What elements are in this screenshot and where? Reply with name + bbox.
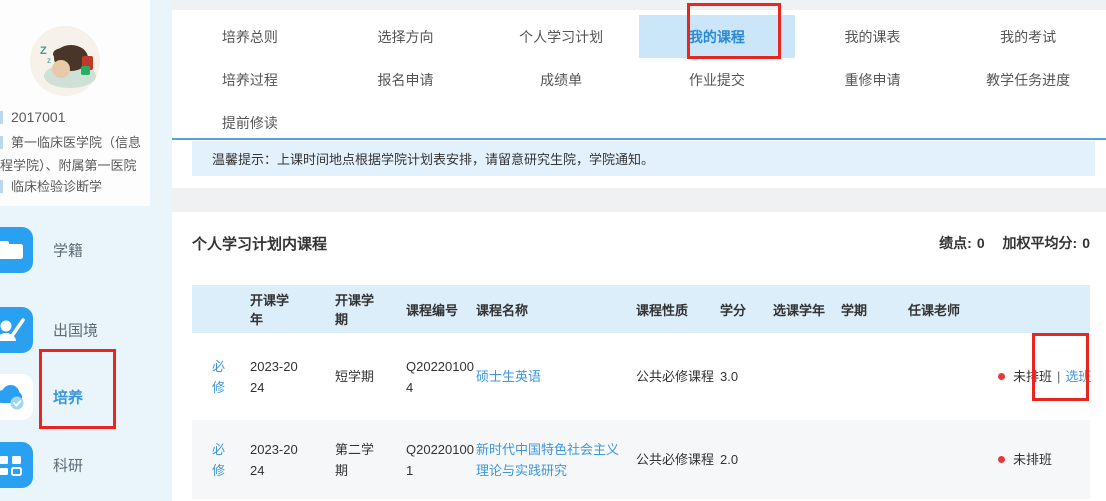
profile-bullet-icon [0, 111, 3, 124]
select-class-link[interactable]: 选班 [1065, 369, 1091, 384]
major-row: 临床检验诊断学 [0, 179, 102, 195]
sidebar-item-label: 出国境 [53, 320, 98, 341]
credits-cell: 2.0 [720, 420, 773, 499]
course-name-link[interactable]: 硕士生英语 [476, 369, 541, 384]
department-row: 第一临床医学院（信息 程学院）、附属第一医院 [0, 131, 152, 177]
svg-text:Z: Z [40, 45, 47, 57]
weighted-avg-value: 0 [1082, 235, 1090, 251]
avatar: Z z [30, 26, 100, 96]
tabs-grid: 培养总则 选择方向 个人学习计划 我的课程 我的课表 我的考试 培养过程 报名申… [172, 15, 1106, 144]
tab-direction-selection[interactable]: 选择方向 [328, 15, 484, 58]
tabs-card: 培养总则 选择方向 个人学习计划 我的课程 我的课表 我的考试 培养过程 报名申… [172, 10, 1106, 188]
weighted-avg-label: 加权平均分: [1003, 235, 1078, 251]
tab-my-exams[interactable]: 我的考试 [950, 15, 1106, 58]
tab-my-timetable[interactable]: 我的课表 [795, 15, 951, 58]
tab-my-courses[interactable]: 我的课程 [639, 15, 795, 58]
tab-teaching-task-progress[interactable]: 教学任务进度 [950, 58, 1106, 101]
profile-bullet-icon [0, 180, 3, 193]
credits-cell: 3.0 [720, 333, 773, 420]
course-code-cell: Q202201001 [386, 420, 476, 499]
course-code-cell: Q202201004 [386, 333, 476, 420]
notice-bar: 温馨提示：上课时间地点根据学院计划表安排，请留意研究生院，学院通知。 [192, 141, 1095, 176]
gpa-stats: 绩点:0 加权平均分:0 [939, 233, 1090, 253]
card-header: 个人学习计划内课程 绩点:0 加权平均分:0 [192, 228, 1090, 258]
tab-retake-apply[interactable]: 重修申请 [795, 58, 951, 101]
select-term-cell [841, 420, 908, 499]
course-name-link[interactable]: 新时代中国特色社会主义理论与实践研究 [476, 442, 619, 478]
tab-transcript[interactable]: 成绩单 [483, 58, 639, 101]
header-course-nature: 课程性质 [636, 285, 720, 333]
gpa-label: 绩点: [939, 235, 972, 251]
department-line1: 第一临床医学院（信息 [11, 135, 141, 150]
notice-text: 温馨提示：上课时间地点根据学院计划表安排，请留意研究生院，学院通知。 [212, 149, 654, 168]
department-line2: 程学院）、附属第一医院 [0, 154, 152, 177]
major: 临床检验诊断学 [11, 179, 102, 194]
course-tag: 必修 [212, 442, 225, 478]
page-title: 个人学习计划内课程 [192, 233, 327, 254]
tab-homework-submit[interactable]: 作业提交 [639, 58, 795, 101]
status-cell: 未排班 | 选班 [998, 333, 1090, 420]
gpa-value: 0 [977, 235, 985, 251]
header-credits: 学分 [720, 285, 773, 333]
header-actions [998, 285, 1090, 333]
sidebar-item-exit-entry[interactable]: 出国境 [0, 307, 172, 353]
table-header-row: 开课学年 开课学期 课程编号 课程名称 课程性质 学分 选课学年 学期 任课老师 [192, 285, 1090, 333]
course-nature-cell: 公共必修课程 [636, 333, 720, 420]
qr-grid-icon [0, 442, 33, 488]
course-tag: 必修 [212, 359, 225, 395]
header-open-year: 开课学年 [230, 285, 318, 333]
profile-card: Z z 2017001 第一临床医学院（信息 程学院）、附属第一医院 临床检验诊… [0, 0, 150, 206]
sidebar-item-research[interactable]: 科研 [0, 442, 172, 488]
select-term-cell [841, 333, 908, 420]
header-tag [192, 285, 230, 333]
open-year-cell: 2023-2024 [230, 333, 318, 420]
select-year-cell [773, 420, 841, 499]
header-select-term: 学期 [841, 285, 908, 333]
status-dot-icon [998, 373, 1005, 380]
open-term-cell: 短学期 [318, 333, 386, 420]
tab-registration-apply[interactable]: 报名申请 [328, 58, 484, 101]
student-id-row: 2017001 [0, 109, 66, 125]
open-term-cell: 第二学期 [318, 420, 386, 499]
status-cell: 未排班 [998, 420, 1090, 499]
sidebar-item-student-status[interactable]: 学籍 [0, 227, 172, 273]
status-separator: | [1057, 369, 1060, 384]
tab-training-process[interactable]: 培养过程 [172, 58, 328, 101]
open-year-cell: 2023-2024 [230, 420, 318, 499]
folder-icon [0, 227, 33, 273]
header-teacher: 任课老师 [908, 285, 998, 333]
sidebar: Z z 2017001 第一临床医学院（信息 程学院）、附属第一医院 临床检验诊… [0, 0, 172, 501]
sidebar-item-label: 培养 [53, 387, 83, 408]
tabs-divider [172, 138, 1106, 140]
sidebar-item-training[interactable]: 培养 [0, 374, 172, 420]
header-select-year: 选课学年 [773, 285, 841, 333]
header-course-name: 课程名称 [476, 285, 636, 333]
teacher-cell [908, 420, 998, 499]
profile-bullet-icon [0, 136, 3, 149]
tab-training-rules[interactable]: 培养总则 [172, 15, 328, 58]
svg-text:z: z [47, 56, 51, 65]
teacher-cell [908, 333, 998, 420]
course-nature-cell: 公共必修课程 [636, 420, 720, 499]
status-dot-icon [998, 456, 1005, 463]
table-row: 必修 2023-2024 第二学期 Q202201001 新时代中国特色社会主义… [192, 420, 1090, 499]
course-table: 开课学年 开课学期 课程编号 课程名称 课程性质 学分 选课学年 学期 任课老师… [192, 285, 1090, 499]
cloud-icon [0, 374, 33, 420]
status-text: 未排班 [1013, 452, 1052, 467]
select-year-cell [773, 333, 841, 420]
sidebar-item-label: 学籍 [53, 240, 83, 261]
status-text: 未排班 [1013, 369, 1052, 384]
tab-personal-study-plan[interactable]: 个人学习计划 [483, 15, 639, 58]
sidebar-item-label: 科研 [53, 455, 83, 476]
student-id: 2017001 [11, 109, 66, 125]
header-course-code: 课程编号 [386, 285, 476, 333]
table-row: 必修 2023-2024 短学期 Q202201004 硕士生英语 公共必修课程… [192, 333, 1090, 420]
exit-entry-icon [0, 307, 33, 353]
avatar-doodle: Z z [30, 26, 100, 96]
header-open-term: 开课学期 [318, 285, 386, 333]
course-plan-card: 个人学习计划内课程 绩点:0 加权平均分:0 开课学年 开课学期 课程编号 课程… [172, 212, 1106, 501]
